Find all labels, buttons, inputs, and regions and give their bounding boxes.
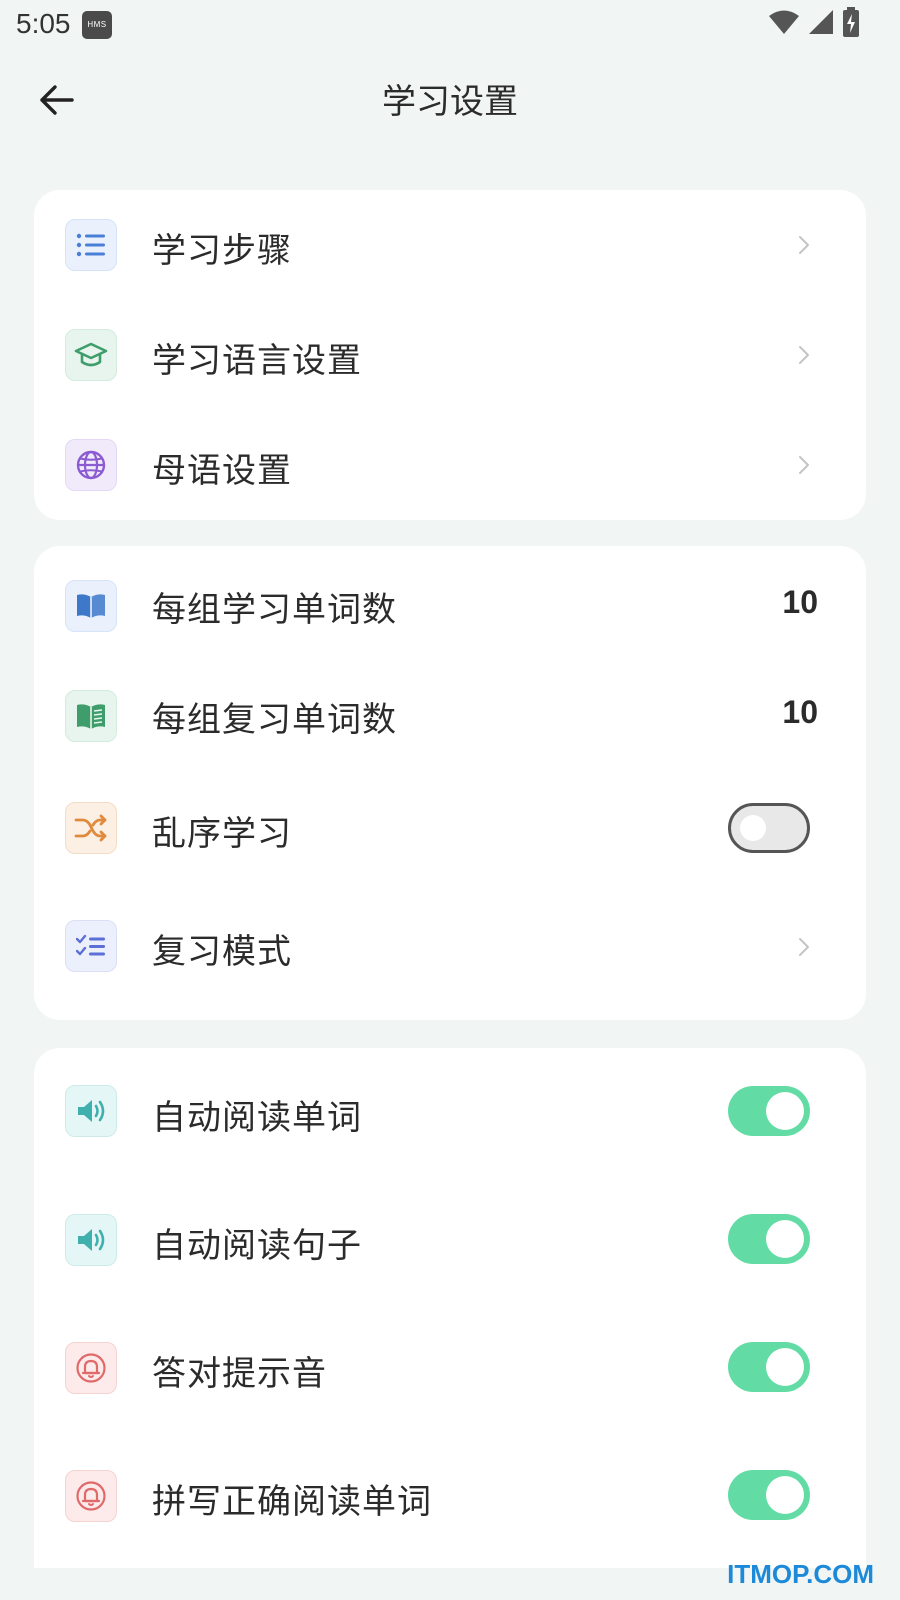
auto-read-sentence-toggle[interactable] bbox=[728, 1214, 810, 1264]
shuffle-icon bbox=[65, 802, 117, 854]
signal-icon bbox=[808, 9, 834, 39]
review-words-per-group-value: 10 bbox=[782, 694, 818, 730]
status-bar: 5:05 HMS bbox=[0, 0, 900, 50]
toggle-knob bbox=[766, 1476, 804, 1514]
correct-answer-sound-toggle[interactable] bbox=[728, 1342, 810, 1392]
checklist-icon bbox=[65, 920, 117, 972]
globe-icon bbox=[65, 439, 117, 491]
shuffle-learning-toggle[interactable] bbox=[728, 803, 810, 853]
spelling-correct-read-toggle[interactable] bbox=[728, 1470, 810, 1520]
toggle-knob bbox=[766, 1348, 804, 1386]
chevron-right-icon bbox=[796, 234, 812, 256]
learning-language-label: 学习语言设置 bbox=[152, 341, 362, 381]
words-per-group-label: 每组学习单词数 bbox=[152, 590, 397, 630]
open-book-icon bbox=[65, 690, 117, 742]
chevron-right-icon bbox=[796, 344, 812, 366]
toggle-knob bbox=[740, 815, 766, 841]
status-icons bbox=[768, 7, 860, 41]
auto-read-word-toggle[interactable] bbox=[728, 1086, 810, 1136]
native-language-label: 母语设置 bbox=[152, 451, 292, 491]
words-per-group-value: 10 bbox=[782, 584, 818, 620]
shuffle-learning-row[interactable]: 乱序学习 bbox=[34, 770, 866, 894]
correct-answer-sound-label: 答对提示音 bbox=[152, 1354, 327, 1394]
wifi-icon bbox=[768, 9, 800, 39]
status-time: 5:05 bbox=[16, 8, 71, 39]
header: 学习设置 bbox=[0, 60, 900, 144]
review-mode-label: 复习模式 bbox=[152, 932, 292, 972]
learning-steps-label: 学习步骤 bbox=[152, 231, 292, 271]
auto-read-sentence-label: 自动阅读句子 bbox=[152, 1226, 362, 1266]
chevron-right-icon bbox=[796, 936, 812, 958]
spelling-correct-read-row[interactable]: 拼写正确阅读单词 bbox=[34, 1430, 866, 1568]
review-words-per-group-row[interactable]: 每组复习单词数 10 bbox=[34, 658, 866, 770]
settings-card-audio: 自动阅读单词 自动阅读句子 答对提示音 拼写正确阅读单词 bbox=[34, 1048, 866, 1568]
learning-language-row[interactable]: 学习语言设置 bbox=[34, 300, 866, 410]
list-icon bbox=[65, 219, 117, 271]
auto-read-sentence-row[interactable]: 自动阅读句子 bbox=[34, 1174, 866, 1302]
speaker-icon bbox=[65, 1085, 117, 1137]
words-per-group-row[interactable]: 每组学习单词数 10 bbox=[34, 546, 866, 658]
chevron-right-icon bbox=[796, 454, 812, 476]
native-language-row[interactable]: 母语设置 bbox=[34, 410, 866, 520]
bell-icon bbox=[65, 1342, 117, 1394]
settings-card-study: 每组学习单词数 10 每组复习单词数 10 乱序学习 复习模式 bbox=[34, 546, 866, 1020]
spelling-correct-read-label: 拼写正确阅读单词 bbox=[152, 1482, 432, 1522]
watermark: ITMOP.COM bbox=[727, 1559, 874, 1589]
graduation-cap-icon bbox=[65, 329, 117, 381]
toggle-knob bbox=[766, 1092, 804, 1130]
auto-read-word-label: 自动阅读单词 bbox=[152, 1098, 362, 1138]
shuffle-learning-label: 乱序学习 bbox=[152, 814, 292, 854]
speaker-icon bbox=[65, 1214, 117, 1266]
auto-read-word-row[interactable]: 自动阅读单词 bbox=[34, 1048, 866, 1174]
review-words-per-group-label: 每组复习单词数 bbox=[152, 700, 397, 740]
settings-card-general: 学习步骤 学习语言设置 母语设置 bbox=[34, 190, 866, 520]
correct-answer-sound-row[interactable]: 答对提示音 bbox=[34, 1302, 866, 1430]
book-icon bbox=[65, 580, 117, 632]
page-title: 学习设置 bbox=[382, 82, 518, 122]
review-mode-row[interactable]: 复习模式 bbox=[34, 894, 866, 1020]
learning-steps-row[interactable]: 学习步骤 bbox=[34, 190, 866, 300]
battery-charging-icon bbox=[842, 7, 860, 41]
hms-badge: HMS bbox=[82, 11, 112, 39]
toggle-knob bbox=[766, 1220, 804, 1258]
bell-icon bbox=[65, 1470, 117, 1522]
